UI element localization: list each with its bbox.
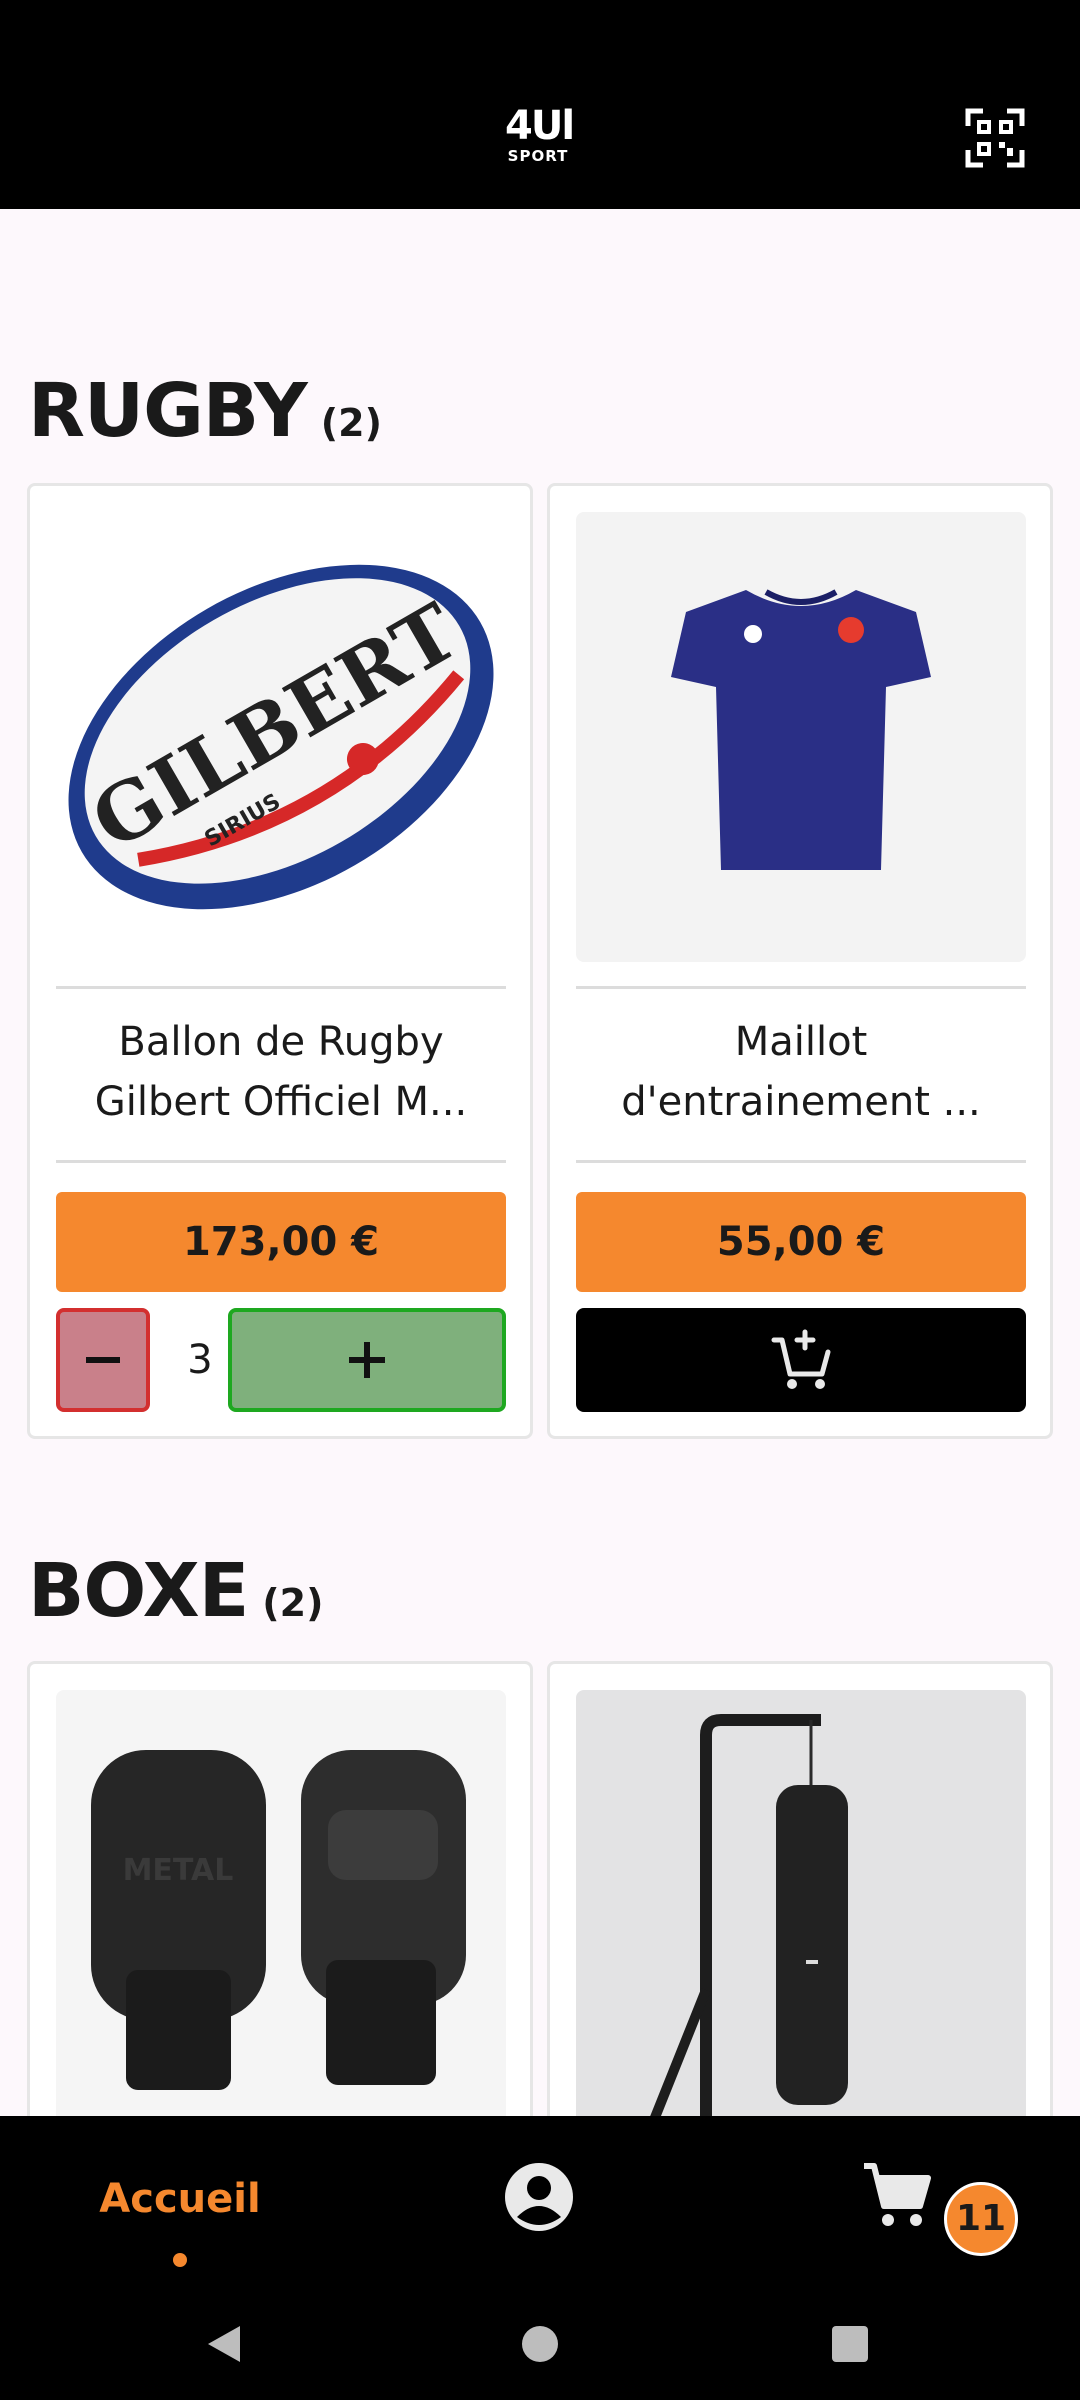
- svg-text:METAL: METAL: [123, 1853, 234, 1888]
- system-navigation-bar: [0, 2284, 1080, 2400]
- decrease-quantity-button[interactable]: [56, 1308, 150, 1412]
- price-tag: 55,00 €: [576, 1192, 1026, 1292]
- active-tab-indicator: [173, 2253, 187, 2267]
- section-title-rugby: RUGBY (2): [28, 368, 382, 454]
- product-image[interactable]: METAL: [56, 1690, 506, 2140]
- plus-icon: [349, 1342, 385, 1378]
- product-title-line2: d'entrainement ...: [621, 1079, 981, 1125]
- product-title: Ballon de Rugby Gilbert Officiel M...: [56, 1000, 506, 1150]
- home-icon[interactable]: [520, 2324, 560, 2364]
- brand-logo: 4Ul SPORT: [505, 103, 575, 174]
- recents-icon[interactable]: [830, 2324, 870, 2364]
- qr-code-scan-icon: [965, 108, 1025, 168]
- nav-cart-tab[interactable]: [858, 2156, 938, 2236]
- bottom-navigation: Accueil 11: [0, 2116, 1080, 2284]
- card-divider: [576, 986, 1026, 989]
- logo-mark: 4Ul: [505, 103, 575, 149]
- boxing-gloves-image: METAL: [91, 1750, 466, 2090]
- product-image[interactable]: GILBERT SIRIUS: [56, 512, 506, 962]
- increase-quantity-button[interactable]: [228, 1308, 506, 1412]
- logo-sport: SPORT: [507, 147, 569, 165]
- app-header: 4Ul SPORT: [0, 0, 1080, 209]
- product-title-line1: Maillot: [734, 1019, 868, 1065]
- nav-home-tab[interactable]: Accueil: [60, 2176, 300, 2222]
- product-image[interactable]: [576, 512, 1026, 962]
- price-tag: 173,00 €: [56, 1192, 506, 1292]
- punching-bag-image: [641, 1714, 848, 2140]
- section-name: RUGBY: [28, 368, 308, 454]
- add-to-cart-button[interactable]: [576, 1308, 1026, 1412]
- section-count: (2): [262, 1581, 324, 1625]
- card-divider: [56, 1160, 506, 1163]
- add-to-cart-icon: [771, 1329, 831, 1389]
- account-circle-icon: [505, 2163, 573, 2231]
- qr-scan-button[interactable]: [965, 108, 1025, 168]
- product-title-line2: Gilbert Officiel M...: [94, 1079, 468, 1125]
- section-title-boxe: BOXE (2): [28, 1548, 323, 1634]
- product-image[interactable]: [576, 1690, 1026, 2140]
- minus-icon: [86, 1357, 120, 1363]
- section-count: (2): [320, 401, 382, 445]
- product-card-boxing-gloves[interactable]: METAL: [27, 1661, 533, 2161]
- shopping-cart-icon: [864, 2163, 931, 2226]
- cart-count-badge: 11: [944, 2182, 1018, 2256]
- product-card-rugby-ball[interactable]: GILBERT SIRIUS Ballon de Rugby Gilbert O…: [27, 483, 533, 1439]
- card-divider: [576, 1160, 1026, 1163]
- section-name: BOXE: [28, 1548, 249, 1634]
- back-icon[interactable]: [204, 2322, 244, 2366]
- rugby-ball-image: GILBERT SIRIUS: [68, 564, 494, 910]
- nav-account-tab[interactable]: [503, 2161, 575, 2233]
- card-divider: [56, 986, 506, 989]
- product-title: Maillot d'entrainement ...: [576, 1000, 1026, 1150]
- product-card-punching-bag[interactable]: [547, 1661, 1053, 2161]
- product-card-tshirt[interactable]: Maillot d'entrainement ... 55,00 €: [547, 483, 1053, 1439]
- navy-tshirt-image: [671, 589, 931, 870]
- product-title-line1: Ballon de Rugby: [118, 1019, 444, 1065]
